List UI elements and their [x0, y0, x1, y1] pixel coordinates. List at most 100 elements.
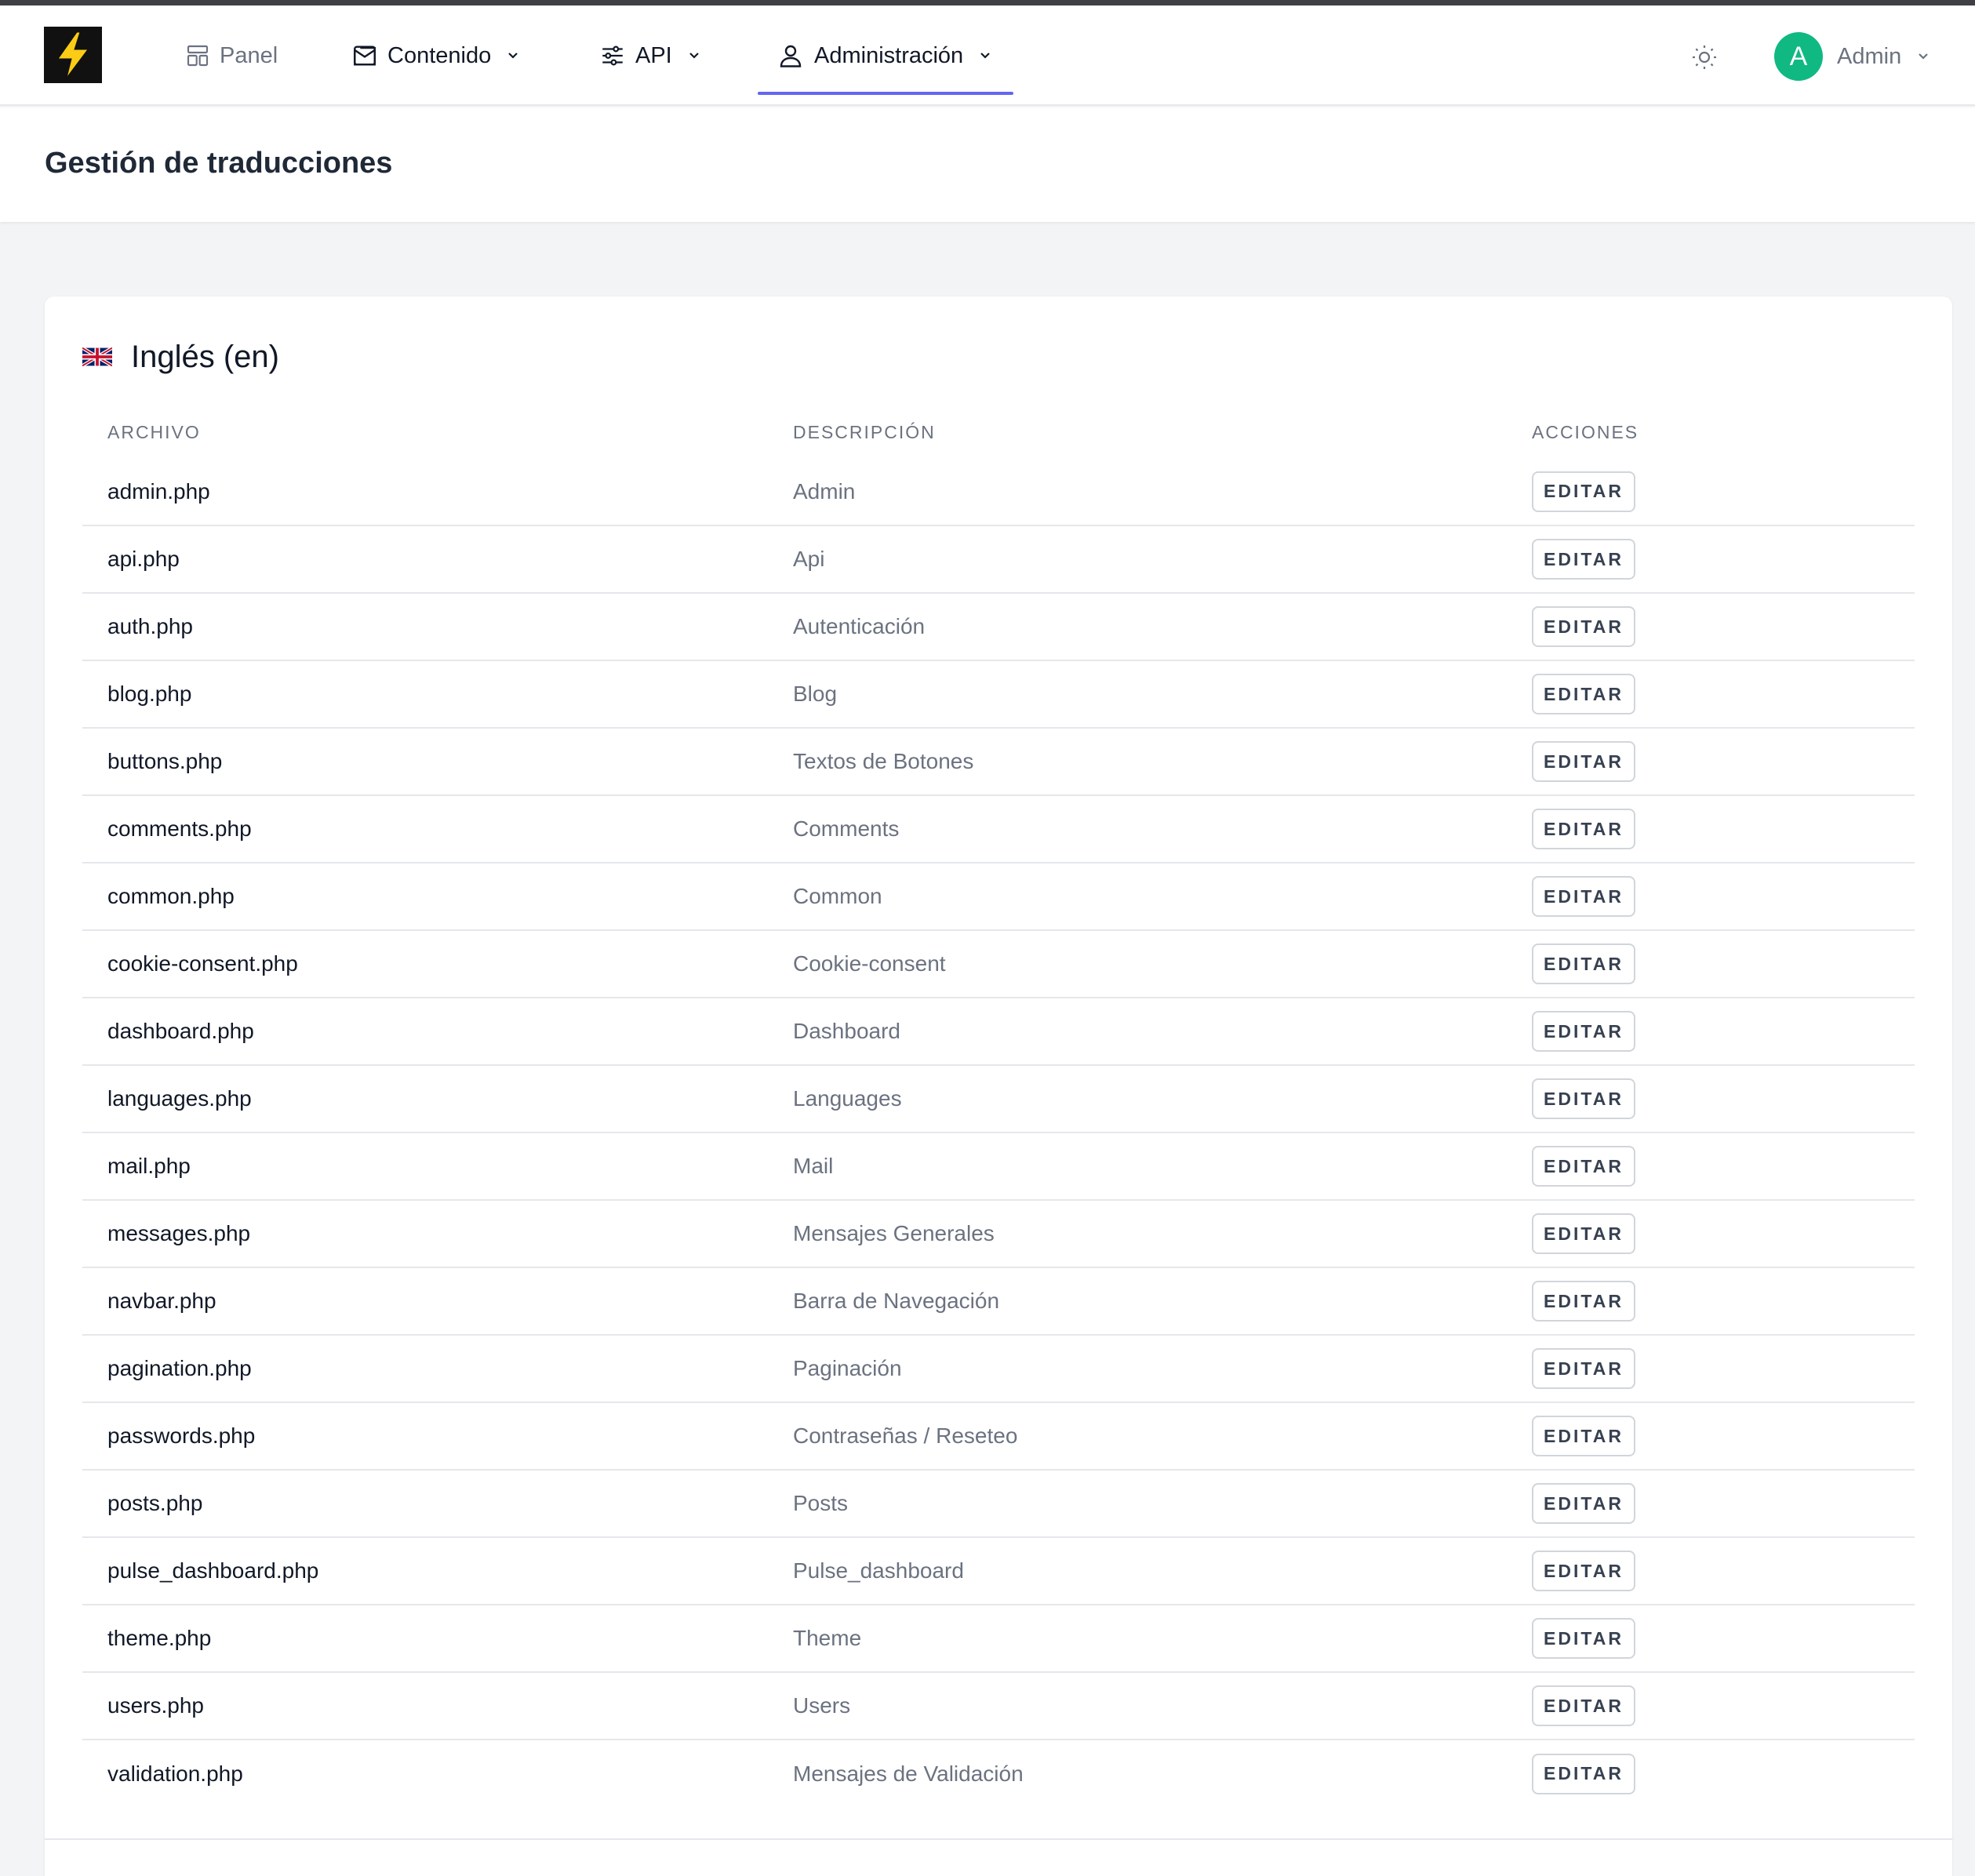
file-name: blog.php	[82, 660, 768, 729]
file-name: cookie-consent.php	[82, 930, 768, 998]
top-accent-line	[0, 0, 1975, 5]
column-header-descripcion: DESCRIPCIÓN	[793, 421, 936, 442]
theme-toggle-button[interactable]	[1689, 42, 1719, 72]
file-description: Cookie-consent	[768, 930, 1507, 998]
file-name: comments.php	[82, 795, 768, 863]
row-actions: EDITAR	[1507, 1335, 1915, 1403]
chevron-down-icon	[508, 53, 518, 59]
file-description: Autenticación	[768, 593, 1507, 661]
edit-button[interactable]: EDITAR	[1532, 1753, 1635, 1794]
nav-item-administracion[interactable]: Administración	[777, 5, 993, 106]
uk-flag-icon	[82, 347, 112, 366]
edit-button[interactable]: EDITAR	[1532, 539, 1635, 580]
file-description: Users	[768, 1672, 1507, 1740]
row-actions: EDITAR	[1507, 1470, 1915, 1538]
edit-button[interactable]: EDITAR	[1532, 943, 1635, 984]
table-row: api.php Api EDITAR	[82, 525, 1915, 594]
file-name: posts.php	[82, 1470, 768, 1538]
edit-button[interactable]: EDITAR	[1532, 1078, 1635, 1119]
file-description: Admin	[768, 458, 1507, 526]
user-menu[interactable]: A Admin	[1774, 32, 1931, 81]
navbar: Panel Contenido API Administración A Adm…	[0, 5, 1975, 106]
edit-button[interactable]: EDITAR	[1532, 1213, 1635, 1254]
file-description: Mensajes Generales	[768, 1200, 1507, 1268]
file-name: validation.php	[107, 1761, 243, 1786]
row-actions: EDITAR	[1507, 593, 1915, 661]
edit-button[interactable]: EDITAR	[1532, 741, 1635, 782]
edit-button[interactable]: EDITAR	[1532, 1281, 1635, 1322]
row-actions: EDITAR	[1507, 1133, 1915, 1201]
table-row: buttons.php Textos de Botones EDITAR	[82, 728, 1915, 796]
table-row: comments.php Comments EDITAR	[82, 795, 1915, 863]
row-actions: EDITAR	[1507, 795, 1915, 863]
file-name: admin.php	[82, 458, 768, 526]
table-row: common.php Common EDITAR	[82, 863, 1915, 931]
file-description: Mail	[768, 1133, 1507, 1201]
file-name: dashboard.php	[82, 998, 768, 1066]
file-name: pagination.php	[82, 1335, 768, 1403]
layout-icon	[187, 45, 209, 67]
edit-button[interactable]: EDITAR	[1532, 809, 1635, 849]
file-description: Blog	[768, 660, 1507, 729]
edit-button[interactable]: EDITAR	[1532, 1618, 1635, 1659]
file-name: common.php	[82, 863, 768, 931]
chevron-down-icon	[689, 53, 699, 59]
row-actions: EDITAR	[1507, 1740, 1915, 1807]
table-row: auth.php Autenticación EDITAR	[82, 593, 1915, 661]
file-description: Comments	[768, 795, 1507, 863]
edit-button[interactable]: EDITAR	[1532, 606, 1635, 647]
column-header-archivo: ARCHIVO	[107, 421, 201, 442]
page-header: Gestión de traducciones	[0, 107, 1975, 222]
row-actions: EDITAR	[1507, 1402, 1915, 1471]
edit-button[interactable]: EDITAR	[1532, 1011, 1635, 1052]
edit-button[interactable]: EDITAR	[1532, 1416, 1635, 1456]
row-actions: EDITAR	[1507, 1672, 1915, 1740]
edit-button[interactable]: EDITAR	[1532, 1685, 1635, 1726]
file-name: theme.php	[82, 1605, 768, 1673]
table-header-row: ARCHIVO DESCRIPCIÓN ACCIONES	[82, 406, 1915, 458]
nav-item-label: API	[635, 42, 672, 68]
edit-button[interactable]: EDITAR	[1532, 1348, 1635, 1389]
table-row: validation.php Mensajes de Validación EDIT…	[82, 1740, 1915, 1807]
table-row: users.php Users EDITAR	[82, 1672, 1915, 1740]
logo[interactable]	[44, 27, 102, 83]
file-description: Mensajes de Validación	[793, 1761, 1024, 1786]
file-description: Posts	[768, 1470, 1507, 1538]
row-actions: EDITAR	[1507, 1605, 1915, 1673]
edit-button[interactable]: EDITAR	[1532, 471, 1635, 512]
file-name: languages.php	[82, 1065, 768, 1133]
edit-button[interactable]: EDITAR	[1532, 1551, 1635, 1591]
table-row: admin.php Admin EDITAR	[82, 458, 1915, 526]
row-actions: EDITAR	[1507, 863, 1915, 931]
edit-button[interactable]: EDITAR	[1532, 876, 1635, 917]
row-actions: EDITAR	[1507, 458, 1915, 526]
file-description: Common	[768, 863, 1507, 931]
row-actions: EDITAR	[1507, 1537, 1915, 1605]
edit-button[interactable]: EDITAR	[1532, 1483, 1635, 1524]
nav-item-label: Contenido	[387, 42, 492, 68]
file-description: Barra de Navegación	[768, 1267, 1507, 1336]
file-description: Theme	[768, 1605, 1507, 1673]
page-title: Gestión de traducciones	[45, 147, 393, 180]
chevron-down-icon	[980, 53, 990, 59]
user-name: Admin	[1837, 43, 1902, 69]
file-description: Pulse_dashboard	[768, 1537, 1507, 1605]
file-name: passwords.php	[82, 1402, 768, 1471]
translations-table: ARCHIVO DESCRIPCIÓN ACCIONES admin.php Ad…	[82, 406, 1915, 1807]
lightning-bolt-icon	[57, 31, 89, 78]
edit-button[interactable]: EDITAR	[1532, 674, 1635, 714]
nav-item-label: Administración	[814, 42, 964, 68]
nav-item-api[interactable]: API	[599, 5, 702, 106]
table-row: navbar.php Barra de Navegación EDITAR	[82, 1267, 1915, 1336]
sun-icon	[1693, 45, 1716, 69]
row-actions: EDITAR	[1507, 660, 1915, 729]
nav-item-contenido[interactable]: Contenido	[351, 5, 521, 106]
file-description: Contraseñas / Reseteo	[768, 1402, 1507, 1471]
file-description: Api	[768, 525, 1507, 594]
table-row: mail.php Mail EDITAR	[82, 1133, 1915, 1201]
file-name: messages.php	[82, 1200, 768, 1268]
chevron-down-icon	[1919, 53, 1928, 60]
nav-item-panel[interactable]: Panel	[185, 5, 278, 106]
sliders-icon	[602, 45, 623, 66]
edit-button[interactable]: EDITAR	[1532, 1146, 1635, 1187]
